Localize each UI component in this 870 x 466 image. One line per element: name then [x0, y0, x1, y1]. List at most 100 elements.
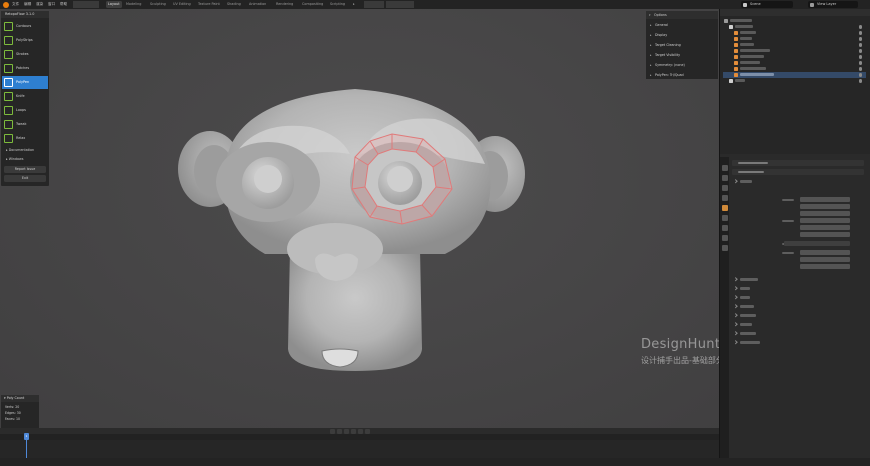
visibility-eye-icon[interactable] [858, 25, 862, 29]
tool-tweak[interactable]: Tweak [2, 118, 48, 131]
outliner-row[interactable] [723, 54, 866, 60]
outliner-row[interactable] [723, 36, 866, 42]
menu-edit[interactable]: 编辑 [24, 0, 31, 9]
tab-modeling[interactable]: Modeling [124, 1, 143, 8]
delta-transform-section[interactable] [733, 277, 794, 282]
visibility-eye-icon[interactable] [858, 61, 862, 65]
view-layer-selector[interactable]: View Layer [808, 1, 858, 8]
tab-sculpting[interactable]: Sculpting [148, 1, 168, 8]
outliner-row[interactable] [723, 42, 866, 48]
rotation-x-field[interactable] [800, 218, 850, 223]
play-icon[interactable] [351, 428, 356, 434]
tool-strokes[interactable]: Strokes [2, 48, 48, 61]
tab-scripting[interactable]: Scripting [328, 1, 347, 8]
tool-relax[interactable]: Relax [2, 132, 48, 145]
relations-section[interactable] [733, 286, 794, 291]
collections-section[interactable] [733, 295, 794, 300]
next-keyframe-icon[interactable] [358, 428, 363, 434]
tab-texture-paint[interactable]: Texture Paint [196, 1, 222, 8]
object-tab-icon[interactable] [721, 205, 728, 211]
outliner-row[interactable] [723, 78, 866, 84]
option-general[interactable]: ▸ General [649, 21, 715, 29]
location-y-field[interactable] [800, 204, 850, 209]
menu-window[interactable]: 窗口 [48, 0, 55, 9]
tab-layout[interactable]: Layout [106, 1, 122, 8]
visibility-eye-icon[interactable] [858, 43, 862, 47]
tab-uv-editing[interactable]: UV Editing [171, 1, 193, 8]
object-name-field[interactable] [732, 169, 864, 175]
outliner-row[interactable] [723, 24, 866, 30]
visibility-eye-icon[interactable] [858, 37, 862, 41]
motion-paths-section[interactable] [733, 313, 794, 318]
data-tab-icon[interactable] [721, 245, 728, 251]
poly-count-title[interactable]: ▾ Poly Count [1, 395, 39, 402]
properties-editor[interactable] [720, 157, 870, 458]
outliner-row[interactable] [723, 18, 866, 24]
outliner-row[interactable] [723, 48, 866, 54]
scale-y-field[interactable] [800, 257, 850, 262]
header-field-a[interactable] [364, 1, 384, 8]
3d-viewport[interactable]: RetopoFlow 3.1.0 Contours PolyStrips Str… [0, 9, 719, 428]
menu-render[interactable]: 渲染 [36, 0, 43, 9]
section-windows[interactable]: ▸ Windows [3, 156, 47, 163]
output-tab-icon[interactable] [721, 185, 728, 191]
visibility-eye-icon[interactable] [858, 73, 862, 77]
view-layer-tab-icon[interactable] [721, 195, 728, 201]
physics-tab-icon[interactable] [721, 225, 728, 231]
outliner[interactable] [720, 9, 870, 154]
instancing-section[interactable] [733, 304, 794, 309]
visibility-eye-icon[interactable] [858, 79, 862, 83]
tool-polystrips[interactable]: PolyStrips [2, 34, 48, 47]
tab-rendering[interactable]: Rendering [274, 1, 295, 8]
options-title[interactable]: ▾ Options [646, 11, 718, 19]
visibility-section[interactable] [733, 322, 794, 327]
tool-tab-icon[interactable] [721, 165, 728, 171]
custom-properties-section[interactable] [733, 340, 794, 345]
tab-animation[interactable]: Animation [247, 1, 268, 8]
suzanne-monkey-mesh[interactable] [170, 79, 540, 379]
visibility-eye-icon[interactable] [858, 67, 862, 71]
viewport-display-section[interactable] [733, 331, 794, 336]
constraints-tab-icon[interactable] [721, 235, 728, 241]
visibility-eye-icon[interactable] [858, 49, 862, 53]
scale-z-field[interactable] [800, 264, 850, 269]
menu-help[interactable]: 帮助 [60, 0, 67, 9]
header-extra-field[interactable] [73, 1, 99, 8]
visibility-eye-icon[interactable] [858, 31, 862, 35]
tool-polypen[interactable]: PolyPen [2, 76, 48, 89]
modifier-tab-icon[interactable] [721, 215, 728, 221]
outliner-row-selected[interactable] [723, 72, 866, 78]
tool-contours[interactable]: Contours [2, 20, 48, 33]
tab-more[interactable]: ▸ [351, 1, 357, 8]
jump-start-icon[interactable] [330, 428, 335, 434]
option-target-cleaning[interactable]: ▸ Target Cleaning [649, 41, 715, 49]
visibility-eye-icon[interactable] [858, 55, 862, 59]
outliner-row[interactable] [723, 30, 866, 36]
frame-cursor[interactable]: 1 [24, 433, 29, 440]
play-reverse-icon[interactable] [344, 428, 349, 434]
option-symmetry[interactable]: ▸ Symmetry: (none) [649, 61, 715, 69]
exit-button[interactable]: Exit [4, 175, 46, 182]
location-x-field[interactable] [800, 197, 850, 202]
transform-section[interactable] [733, 179, 794, 184]
blender-logo-icon[interactable] [3, 1, 9, 8]
section-documentation[interactable]: ▸ Documentation [3, 147, 47, 154]
render-tab-icon[interactable] [721, 175, 728, 181]
outliner-row[interactable] [723, 66, 866, 72]
timeline-ruler[interactable] [0, 434, 719, 440]
option-polypen[interactable]: ▸ PolyPen: Tri/Quad [649, 71, 715, 79]
tab-shading[interactable]: Shading [225, 1, 243, 8]
timeline[interactable]: 1 [0, 428, 719, 458]
tool-loops[interactable]: Loops [2, 104, 48, 117]
scale-x-field[interactable] [800, 250, 850, 255]
tool-patches[interactable]: Patches [2, 62, 48, 75]
prev-keyframe-icon[interactable] [337, 428, 342, 434]
header-field-b[interactable] [386, 1, 414, 8]
outliner-row[interactable] [723, 60, 866, 66]
menu-file[interactable]: 文件 [12, 0, 19, 9]
location-z-field[interactable] [800, 211, 850, 216]
option-display[interactable]: ▸ Display [649, 31, 715, 39]
rotation-mode-select[interactable] [784, 241, 850, 246]
option-target-visibility[interactable]: ▸ Target Visibility [649, 51, 715, 59]
rotation-z-field[interactable] [800, 232, 850, 237]
